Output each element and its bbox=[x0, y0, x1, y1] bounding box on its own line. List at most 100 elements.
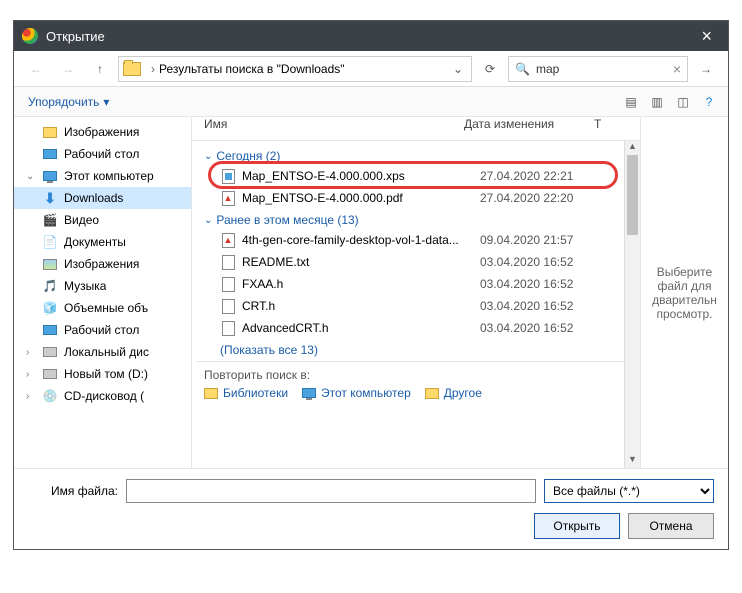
tree-item-label: Музыка bbox=[64, 279, 106, 293]
tree-item[interactable]: › Локальный дис bbox=[14, 341, 191, 363]
col-type[interactable]: Т bbox=[594, 117, 614, 140]
col-name[interactable]: Имя bbox=[204, 117, 464, 140]
scrollbar[interactable]: ▲ ▼ bbox=[624, 141, 640, 468]
pc-icon bbox=[302, 388, 316, 398]
help-button[interactable]: ? bbox=[696, 91, 722, 113]
file-name: FXAA.h bbox=[242, 277, 480, 291]
chevron-down-icon: ⌄ bbox=[204, 215, 212, 226]
file-txt-icon bbox=[220, 299, 236, 314]
organize-menu[interactable]: Упорядочить ▾ bbox=[20, 91, 117, 113]
pc-icon bbox=[42, 168, 58, 184]
img-icon bbox=[42, 256, 58, 272]
tree-item[interactable]: ⌄Этот компьютер bbox=[14, 165, 191, 187]
scroll-down-icon[interactable]: ▼ bbox=[625, 454, 640, 468]
file-rows: ⌄Сегодня (2)Map_ENTSO-E-4.000.000.xps27.… bbox=[192, 141, 640, 468]
expand-icon[interactable]: › bbox=[26, 369, 36, 380]
file-row[interactable]: AdvancedCRT.h03.04.2020 16:52 bbox=[196, 317, 632, 339]
col-date[interactable]: Дата изменения bbox=[464, 117, 594, 140]
file-date: 03.04.2020 16:52 bbox=[480, 255, 610, 269]
tree-item-label: Локальный дис bbox=[64, 345, 149, 359]
tree-item[interactable]: Документы bbox=[14, 231, 191, 253]
tree-item[interactable]: Рабочий стол bbox=[14, 319, 191, 341]
tree-item-label: Изображения bbox=[64, 257, 139, 271]
tree-item-label: CD-дисковод ( bbox=[64, 389, 144, 403]
open-button[interactable]: Открыть bbox=[534, 513, 620, 539]
3d-icon bbox=[42, 300, 58, 316]
file-row[interactable]: 4th-gen-core-family-desktop-vol-1-data..… bbox=[196, 229, 632, 251]
refresh-button[interactable]: ⟳ bbox=[476, 56, 504, 82]
group-header[interactable]: ⌄Сегодня (2) bbox=[196, 145, 632, 165]
back-button[interactable]: ← bbox=[22, 56, 50, 82]
close-icon[interactable]: × bbox=[693, 26, 720, 47]
column-headers[interactable]: Имя Дата изменения Т bbox=[192, 117, 640, 141]
search-go-button[interactable]: → bbox=[692, 56, 720, 82]
group-label: Ранее в этом месяце (13) bbox=[216, 213, 358, 227]
repeat-location-label: Этот компьютер bbox=[321, 386, 411, 400]
file-row[interactable]: CRT.h03.04.2020 16:52 bbox=[196, 295, 632, 317]
tree-item-label: Документы bbox=[64, 235, 126, 249]
file-date: 27.04.2020 22:20 bbox=[480, 191, 610, 205]
view-details-button[interactable]: ▥ bbox=[644, 91, 670, 113]
filetype-select[interactable]: Все файлы (*.*) bbox=[544, 479, 714, 503]
repeat-location[interactable]: Библиотеки bbox=[204, 386, 288, 400]
vid-icon bbox=[42, 212, 58, 228]
tree-item[interactable]: Видео bbox=[14, 209, 191, 231]
nav-tree[interactable]: ИзображенияРабочий стол⌄Этот компьютер⬇D… bbox=[14, 117, 192, 468]
tree-item[interactable]: Рабочий стол bbox=[14, 143, 191, 165]
tree-item[interactable]: Музыка bbox=[14, 275, 191, 297]
tree-item-label: Рабочий стол bbox=[64, 323, 139, 337]
address-bar[interactable]: › Результаты поиска в "Downloads" ⌄ bbox=[118, 56, 472, 82]
breadcrumb[interactable]: Результаты поиска в "Downloads" bbox=[159, 62, 345, 76]
view-icons-button[interactable]: ▤ bbox=[618, 91, 644, 113]
file-row[interactable]: README.txt03.04.2020 16:52 bbox=[196, 251, 632, 273]
file-open-dialog: Открытие × ← → ↑ › Результаты поиска в "… bbox=[13, 20, 729, 550]
file-row[interactable]: Map_ENTSO-E-4.000.000.xps27.04.2020 22:2… bbox=[196, 165, 632, 187]
scroll-thumb[interactable] bbox=[627, 155, 638, 235]
chrome-icon bbox=[22, 28, 38, 44]
expand-icon[interactable]: › bbox=[26, 391, 36, 402]
filename-input[interactable] bbox=[126, 479, 536, 503]
window-title: Открытие bbox=[46, 29, 693, 44]
down-icon: ⬇ bbox=[42, 190, 58, 206]
search-icon: 🔍 bbox=[515, 62, 530, 76]
file-txt-icon bbox=[220, 321, 236, 336]
expand-icon[interactable]: › bbox=[26, 347, 36, 358]
group-header[interactable]: ⌄ Ранее в этом месяце (13) bbox=[196, 209, 632, 229]
tree-item[interactable]: Изображения bbox=[14, 121, 191, 143]
tree-item[interactable]: › CD-дисковод ( bbox=[14, 385, 191, 407]
file-row[interactable]: Map_ENTSO-E-4.000.000.pdf27.04.2020 22:2… bbox=[196, 187, 632, 209]
file-row[interactable]: FXAA.h03.04.2020 16:52 bbox=[196, 273, 632, 295]
tree-item-label: Видео bbox=[64, 213, 99, 227]
search-value: map bbox=[536, 62, 673, 76]
file-txt-icon bbox=[220, 255, 236, 270]
file-list: Имя Дата изменения Т ⌄Сегодня (2)Map_ENT… bbox=[192, 117, 640, 468]
search-input[interactable]: 🔍 map × bbox=[508, 56, 688, 82]
file-date: 09.04.2020 21:57 bbox=[480, 233, 610, 247]
repeat-location[interactable]: Другое bbox=[425, 386, 482, 400]
tree-item[interactable]: Объемные объ bbox=[14, 297, 191, 319]
library-icon bbox=[204, 388, 218, 399]
tree-item[interactable]: Изображения bbox=[14, 253, 191, 275]
cancel-button[interactable]: Отмена bbox=[628, 513, 714, 539]
organize-label: Упорядочить bbox=[28, 95, 99, 109]
repeat-location[interactable]: Этот компьютер bbox=[302, 386, 411, 400]
tree-item-label: Downloads bbox=[64, 191, 123, 205]
chevron-down-icon[interactable]: ⌄ bbox=[449, 62, 467, 76]
expand-icon[interactable]: ⌄ bbox=[26, 171, 36, 182]
clear-search-icon[interactable]: × bbox=[673, 61, 681, 77]
repeat-label: Повторить поиск в: bbox=[204, 368, 624, 382]
tree-item[interactable]: ⬇ Downloads bbox=[14, 187, 191, 209]
chevron-down-icon: ▾ bbox=[103, 95, 109, 109]
show-all-link[interactable]: (Показать все 13) bbox=[196, 339, 632, 361]
file-name: Map_ENTSO-E-4.000.000.xps bbox=[242, 169, 480, 183]
repeat-location-label: Другое bbox=[444, 386, 482, 400]
preview-pane-button[interactable]: ◫ bbox=[670, 91, 696, 113]
forward-button[interactable]: → bbox=[54, 56, 82, 82]
up-button[interactable]: ↑ bbox=[86, 56, 114, 82]
file-txt-icon bbox=[220, 277, 236, 292]
chevron-down-icon: ⌄ bbox=[204, 151, 212, 162]
tree-item[interactable]: ›Новый том (D:) bbox=[14, 363, 191, 385]
file-date: 27.04.2020 22:21 bbox=[480, 169, 610, 183]
file-date: 03.04.2020 16:52 bbox=[480, 321, 610, 335]
scroll-up-icon[interactable]: ▲ bbox=[625, 141, 640, 155]
